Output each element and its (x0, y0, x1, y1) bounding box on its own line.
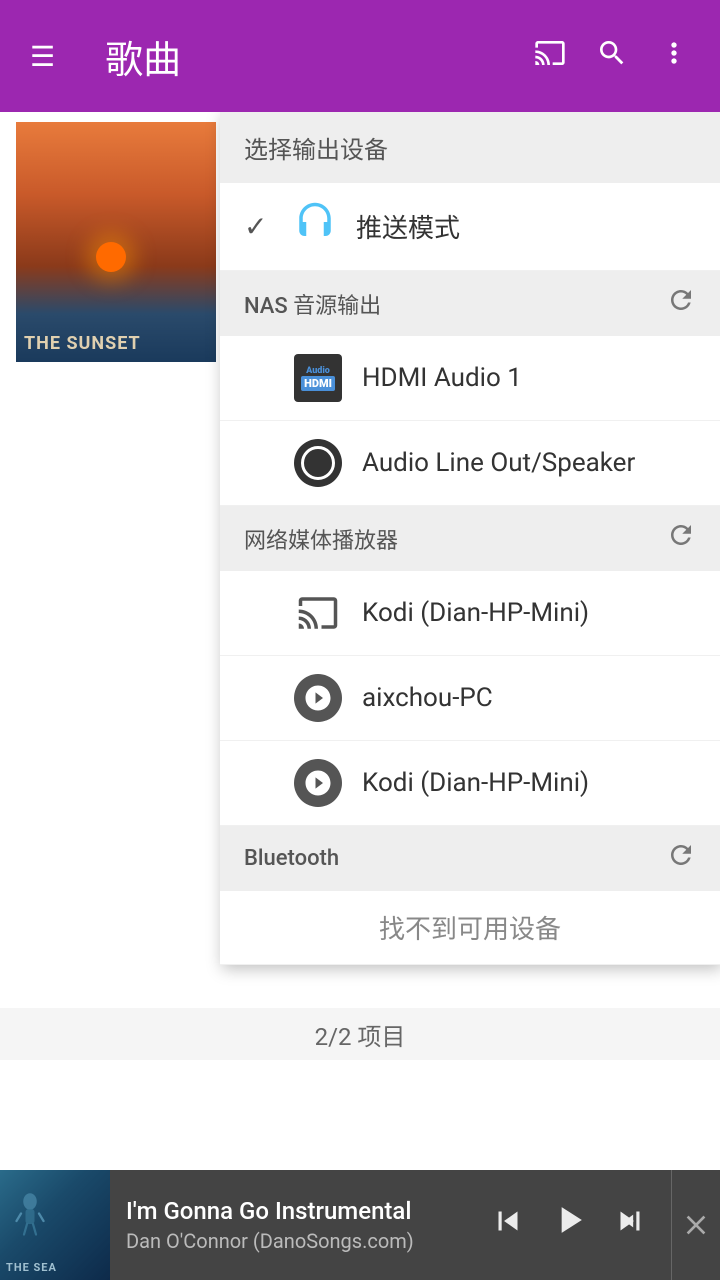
cast-device-icon (294, 589, 342, 637)
main-content: THE SUNSET En la Brisa 选择输出设备 ✓ 推送模式 NAS… (0, 112, 720, 1170)
bluetooth-refresh-icon[interactable] (666, 840, 696, 877)
next-button[interactable] (603, 1194, 657, 1257)
kodi1-label: Kodi (Dian-HP-Mini) (362, 598, 589, 628)
now-playing-artist: Dan O'Connor (DanoSongs.com) (126, 1229, 465, 1253)
dropdown-item-push-mode[interactable]: ✓ 推送模式 (220, 183, 720, 271)
cast-icon[interactable] (524, 27, 576, 86)
nas-refresh-icon[interactable] (666, 285, 696, 322)
bluetooth-section-label: Bluetooth (244, 846, 339, 871)
dropdown-item-speaker[interactable]: Audio Line Out/Speaker (220, 421, 720, 506)
now-playing-title: I'm Gonna Go Instrumental (126, 1197, 465, 1225)
speaker-icon (294, 439, 342, 487)
dropdown-item-kodi1[interactable]: Kodi (Dian-HP-Mini) (220, 571, 720, 656)
album-art-text: THE SUNSET (24, 333, 141, 354)
header-actions (524, 27, 700, 86)
kodi-icon-2 (294, 759, 342, 807)
no-devices-label: 找不到可用设备 (379, 909, 561, 946)
now-playing-bar[interactable]: THE SEA I'm Gonna Go Instrumental Dan O'… (0, 1170, 720, 1280)
album-art: THE SUNSET (16, 122, 216, 362)
network-refresh-icon[interactable] (666, 520, 696, 557)
hdmi-icon: Audio HDMI (294, 354, 342, 402)
more-options-icon[interactable] (648, 27, 700, 86)
kodi-icon-1 (294, 674, 342, 722)
menu-icon[interactable]: ☰ (20, 30, 65, 83)
search-icon[interactable] (586, 27, 638, 86)
now-playing-info: I'm Gonna Go Instrumental Dan O'Connor (… (110, 1197, 481, 1253)
dropdown-section-bluetooth: Bluetooth (220, 826, 720, 891)
aixchou-label: aixchou-PC (362, 683, 493, 713)
dropdown-item-hdmi[interactable]: Audio HDMI HDMI Audio 1 (220, 336, 720, 421)
now-playing-album-art: THE SEA (0, 1170, 110, 1280)
dropdown-section-network: 网络媒体播放器 (220, 506, 720, 571)
selected-checkmark: ✓ (244, 210, 274, 243)
hdmi-label: HDMI Audio 1 (362, 363, 522, 393)
speaker-label: Audio Line Out/Speaker (362, 448, 635, 478)
dropdown-section-nas: NAS 音源输出 (220, 271, 720, 336)
dropdown-item-no-devices: 找不到可用设备 (220, 891, 720, 965)
kodi2-label: Kodi (Dian-HP-Mini) (362, 768, 589, 798)
close-player-button[interactable] (671, 1170, 720, 1280)
dropdown-item-aixchou[interactable]: aixchou-PC (220, 656, 720, 741)
now-playing-art-label: THE SEA (6, 1261, 57, 1274)
network-section-label: 网络媒体播放器 (244, 523, 398, 555)
play-button[interactable] (539, 1190, 599, 1261)
diver-illustration (15, 1190, 45, 1240)
page-title: 歌曲 (105, 29, 504, 84)
previous-button[interactable] (481, 1194, 535, 1257)
push-mode-label: 推送模式 (356, 208, 460, 245)
dropdown-item-kodi2[interactable]: Kodi (Dian-HP-Mini) (220, 741, 720, 826)
dropdown-title: 选择输出设备 (220, 112, 720, 183)
status-bar: 2/2 项目 (0, 1008, 720, 1060)
headphones-icon (294, 201, 336, 252)
app-header: ☰ 歌曲 (0, 0, 720, 112)
item-count: 2/2 项目 (315, 1017, 406, 1052)
output-device-dropdown: 选择输出设备 ✓ 推送模式 NAS 音源输出 Aud (220, 112, 720, 965)
nas-section-label: NAS 音源输出 (244, 288, 381, 320)
player-controls (481, 1190, 667, 1261)
